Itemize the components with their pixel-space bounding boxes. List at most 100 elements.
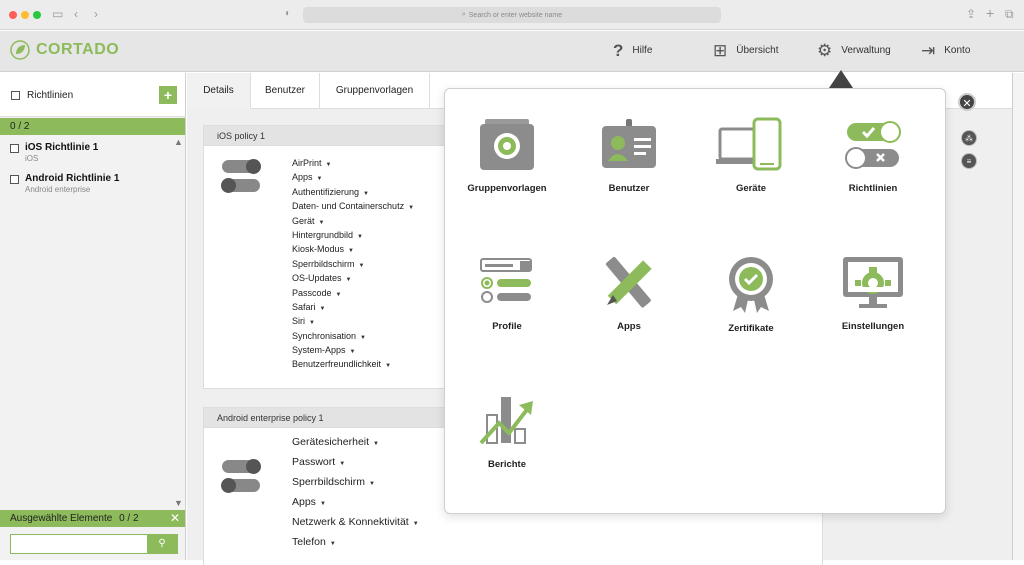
app-header: CORTADO ? Hilfe ⊞ Übersicht ⚙ Verwaltung… bbox=[0, 31, 1024, 72]
shield-icon[interactable]: ◐ bbox=[285, 8, 291, 19]
back-icon[interactable]: ‹ bbox=[74, 7, 78, 21]
sidebar-title: Richtlinien bbox=[27, 90, 74, 101]
policy-item[interactable]: Apps ▼ bbox=[292, 496, 419, 516]
certificate-icon bbox=[729, 257, 773, 313]
nav-account[interactable]: ⇥ Konto bbox=[921, 42, 970, 59]
apps-tools-icon bbox=[605, 256, 652, 308]
policy-item[interactable]: Sperrbildschirm ▼ bbox=[292, 259, 414, 273]
clear-selection-icon[interactable]: ✕ bbox=[170, 510, 180, 527]
profile-icon bbox=[480, 258, 532, 303]
tab-group-templates[interactable]: Gruppenvorlagen bbox=[320, 73, 430, 109]
policy-item[interactable]: Authentifizierung ▼ bbox=[292, 187, 414, 201]
sidebar-search-input[interactable]: ⚲ bbox=[10, 534, 178, 554]
tab-details[interactable]: Details bbox=[187, 73, 251, 109]
selected-label: Ausgewählte Elemente bbox=[10, 513, 113, 524]
tab-users[interactable]: Benutzer bbox=[251, 73, 320, 109]
menu-tile-reports[interactable]: Berichte bbox=[457, 393, 557, 470]
selected-elements-bar: Ausgewählte Elemente 0 / 2 ✕ bbox=[0, 510, 185, 527]
toggle-icon bbox=[221, 459, 261, 498]
policy-count: 0 / 2 bbox=[10, 121, 30, 132]
policy-item[interactable]: Passcode ▼ bbox=[292, 288, 414, 302]
item-subtitle: Android enterprise bbox=[25, 185, 91, 194]
policy-item[interactable]: Siri ▼ bbox=[292, 316, 414, 330]
logo[interactable]: CORTADO bbox=[10, 40, 119, 60]
search-icon: ⌕ bbox=[461, 11, 466, 18]
minimize-window-button[interactable] bbox=[21, 11, 29, 19]
tile-label: Einstellungen bbox=[841, 321, 905, 332]
user-badge-icon bbox=[602, 119, 656, 168]
item-subtitle: iOS bbox=[25, 154, 39, 163]
grid-view-button[interactable]: ⁂ bbox=[961, 130, 977, 146]
scrollbar[interactable]: ⌄ bbox=[1012, 73, 1024, 560]
close-panel-button[interactable]: ✕ bbox=[958, 93, 976, 111]
gear-icon: ⚙ bbox=[817, 41, 833, 60]
policy-item[interactable]: Sperrbildschirm ▼ bbox=[292, 476, 419, 496]
maximize-window-button[interactable] bbox=[33, 11, 41, 19]
ios-policy-list: AirPrint ▼ Apps ▼ Authentifizierung ▼ Daten… bbox=[292, 158, 414, 374]
policy-item[interactable]: Kiosk-Modus ▼ bbox=[292, 244, 414, 258]
logo-leaf-icon bbox=[10, 40, 30, 60]
policy-item[interactable]: System-Apps ▼ bbox=[292, 345, 414, 359]
sidebar-toggle-icon[interactable]: ▭ bbox=[52, 7, 63, 21]
scroll-down-icon[interactable]: ▼ bbox=[174, 498, 183, 508]
search-button[interactable]: ⚲ bbox=[147, 535, 177, 553]
add-policy-button[interactable]: + bbox=[159, 86, 177, 104]
address-placeholder: Search or enter website name bbox=[468, 11, 563, 19]
close-window-button[interactable] bbox=[9, 11, 17, 19]
nav-administration[interactable]: ⚙ Verwaltung bbox=[817, 42, 891, 59]
devices-icon bbox=[716, 117, 782, 171]
tabs-overview-icon[interactable]: ⧉ bbox=[1005, 7, 1014, 22]
nav-help[interactable]: ? Hilfe bbox=[613, 42, 652, 59]
browser-chrome: ▭ ‹ › ◐ ⌕ Search or enter website name ⇪… bbox=[0, 0, 1024, 30]
menu-tile-settings[interactable]: Einstellungen bbox=[823, 255, 923, 332]
policy-item[interactable]: Gerätesicherheit ▼ bbox=[292, 436, 419, 456]
nav-overview[interactable]: ⊞ Übersicht bbox=[713, 42, 779, 59]
address-bar[interactable]: ⌕ Search or enter website name bbox=[303, 7, 721, 23]
item-title: Android Richtlinie 1 bbox=[25, 173, 120, 184]
new-tab-icon[interactable]: + bbox=[986, 5, 994, 21]
policy-item[interactable]: Passwort ▼ bbox=[292, 456, 419, 476]
menu-tile-devices[interactable]: Geräte bbox=[701, 117, 801, 194]
item-checkbox[interactable] bbox=[10, 144, 19, 153]
policy-item[interactable]: Safari ▼ bbox=[292, 302, 414, 316]
toggle-icon bbox=[221, 159, 261, 198]
sidebar-header: Richtlinien + bbox=[0, 73, 185, 117]
forward-icon[interactable]: › bbox=[94, 7, 98, 21]
menu-tile-apps[interactable]: Apps bbox=[579, 255, 679, 332]
policy-item[interactable]: Netzwerk & Konnektivität ▼ bbox=[292, 516, 419, 536]
policy-item[interactable]: Hintergrundbild ▼ bbox=[292, 230, 414, 244]
policy-item[interactable]: Apps ▼ bbox=[292, 172, 414, 186]
tile-label: Geräte bbox=[735, 183, 767, 194]
menu-tile-profiles[interactable]: Profile bbox=[457, 255, 557, 332]
policy-toggle-icon bbox=[845, 121, 901, 169]
policy-item[interactable]: Telefon ▼ bbox=[292, 536, 419, 556]
select-all-checkbox[interactable] bbox=[11, 91, 20, 100]
menu-tile-group-templates[interactable]: Gruppenvorlagen bbox=[457, 117, 557, 194]
tile-label: Benutzer bbox=[608, 183, 650, 194]
nav-overview-label: Übersicht bbox=[736, 45, 779, 56]
list-view-button[interactable]: ≡ bbox=[961, 153, 977, 169]
policy-item[interactable]: Daten- und Containerschutz ▼ bbox=[292, 201, 414, 215]
search-icon: ⚲ bbox=[158, 538, 166, 549]
share-icon[interactable]: ⇪ bbox=[966, 7, 976, 21]
menu-tile-certificates[interactable]: Zertifikate bbox=[701, 255, 801, 334]
policy-item[interactable]: Synchronisation ▼ bbox=[292, 331, 414, 345]
android-policy-list: Gerätesicherheit ▼ Passwort ▼ Sperrbildsch… bbox=[292, 436, 419, 556]
policy-item[interactable]: Benutzerfreundlichkeit ▼ bbox=[292, 359, 414, 373]
scroll-up-icon[interactable]: ▲ bbox=[174, 137, 183, 147]
sidebar: Richtlinien + 0 / 2 ▲ iOS Richtlinie 1 i… bbox=[0, 73, 186, 560]
tile-label: Profile bbox=[492, 321, 522, 332]
policy-count-bar: 0 / 2 bbox=[0, 118, 185, 135]
settings-monitor-icon bbox=[843, 257, 903, 308]
menu-tile-policies[interactable]: Richtlinien bbox=[823, 117, 923, 194]
nav-administration-label: Verwaltung bbox=[841, 45, 891, 56]
group-template-icon bbox=[480, 119, 534, 170]
policy-item[interactable]: AirPrint ▼ bbox=[292, 158, 414, 172]
menu-tile-users[interactable]: Benutzer bbox=[579, 117, 679, 194]
item-checkbox[interactable] bbox=[10, 175, 19, 184]
tile-label: Richtlinien bbox=[848, 183, 898, 194]
selected-count: 0 / 2 bbox=[119, 513, 139, 524]
policy-item[interactable]: OS-Updates ▼ bbox=[292, 273, 414, 287]
policy-item[interactable]: Gerät ▼ bbox=[292, 216, 414, 230]
logo-text: CORTADO bbox=[36, 41, 120, 58]
